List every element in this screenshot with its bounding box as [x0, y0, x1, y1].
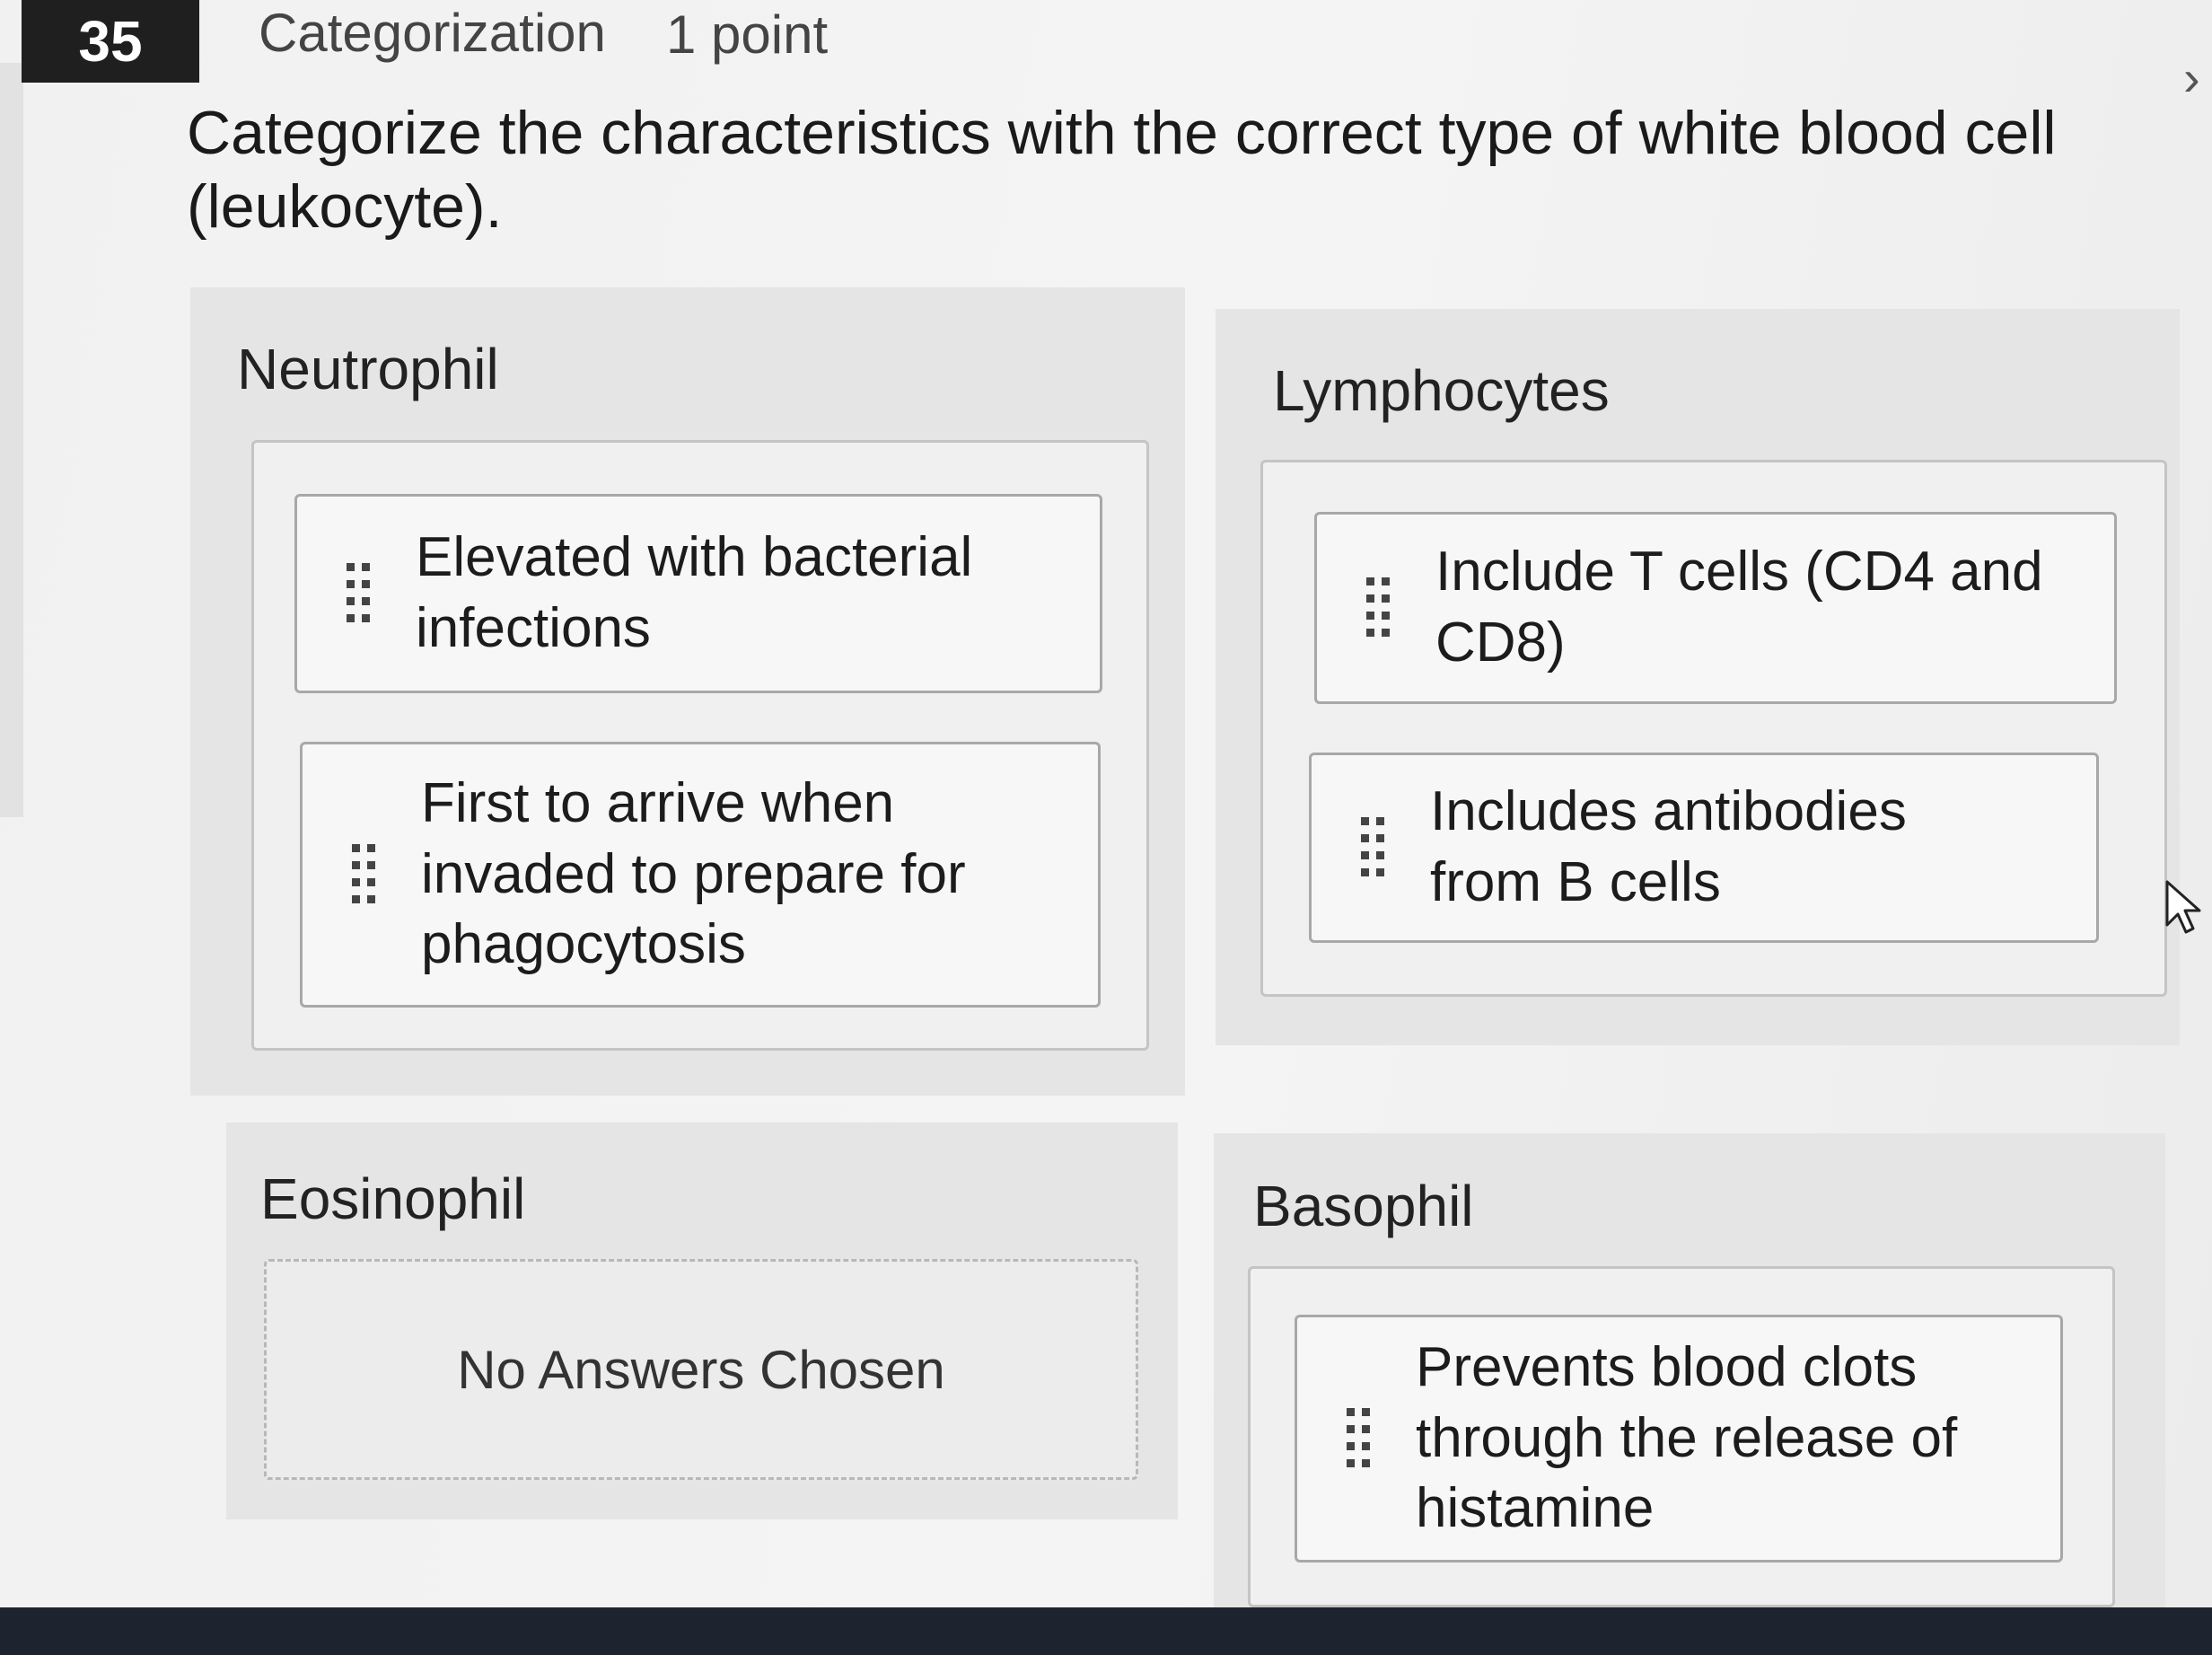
answer-card-text: Include T cells (CD4 and CD8) — [1435, 541, 2043, 673]
answer-card-text: First to arrive when invaded to prepare … — [421, 771, 966, 976]
answer-card-text: Includes antibodies from B cells — [1430, 780, 1907, 913]
answer-card-text: Elevated with bacterial infections — [416, 526, 973, 659]
question-number: 35 — [22, 0, 199, 83]
category-title-basophil: Basophil — [1253, 1174, 1474, 1238]
answer-card[interactable]: Includes antibodies from B cells — [1309, 753, 2099, 943]
question-points: 1 point — [666, 4, 829, 65]
mouse-cursor-icon — [2164, 878, 2203, 940]
grip-dots-icon[interactable] — [1358, 574, 1398, 642]
answer-card-text: Prevents blood clots through the release… — [1416, 1335, 1958, 1540]
question-type-label: Categorization — [259, 3, 606, 63]
answer-card[interactable]: Include T cells (CD4 and CD8) — [1314, 512, 2117, 704]
category-title-eosinophil: Eosinophil — [260, 1166, 526, 1231]
page-edge — [0, 63, 23, 817]
chevron-icon[interactable]: › — [2183, 48, 2200, 107]
taskbar — [0, 1607, 2212, 1655]
empty-dropzone-text: No Answers Chosen — [457, 1339, 945, 1400]
answer-card[interactable]: Prevents blood clots through the release… — [1295, 1315, 2063, 1563]
grip-dots-icon[interactable] — [1353, 814, 1392, 882]
answer-card[interactable]: Elevated with bacterial infections — [294, 494, 1102, 693]
dropzone-eosinophil[interactable]: No Answers Chosen — [264, 1259, 1138, 1480]
answer-card[interactable]: First to arrive when invaded to prepare … — [300, 742, 1101, 1008]
grip-dots-icon[interactable] — [1339, 1404, 1378, 1473]
category-title-neutrophil: Neutrophil — [237, 337, 499, 401]
question-prompt: Categorize the characteristics with the … — [187, 99, 2057, 241]
grip-dots-icon[interactable] — [344, 841, 383, 909]
grip-dots-icon[interactable] — [338, 559, 378, 628]
category-title-lymphocytes: Lymphocytes — [1273, 358, 1610, 423]
